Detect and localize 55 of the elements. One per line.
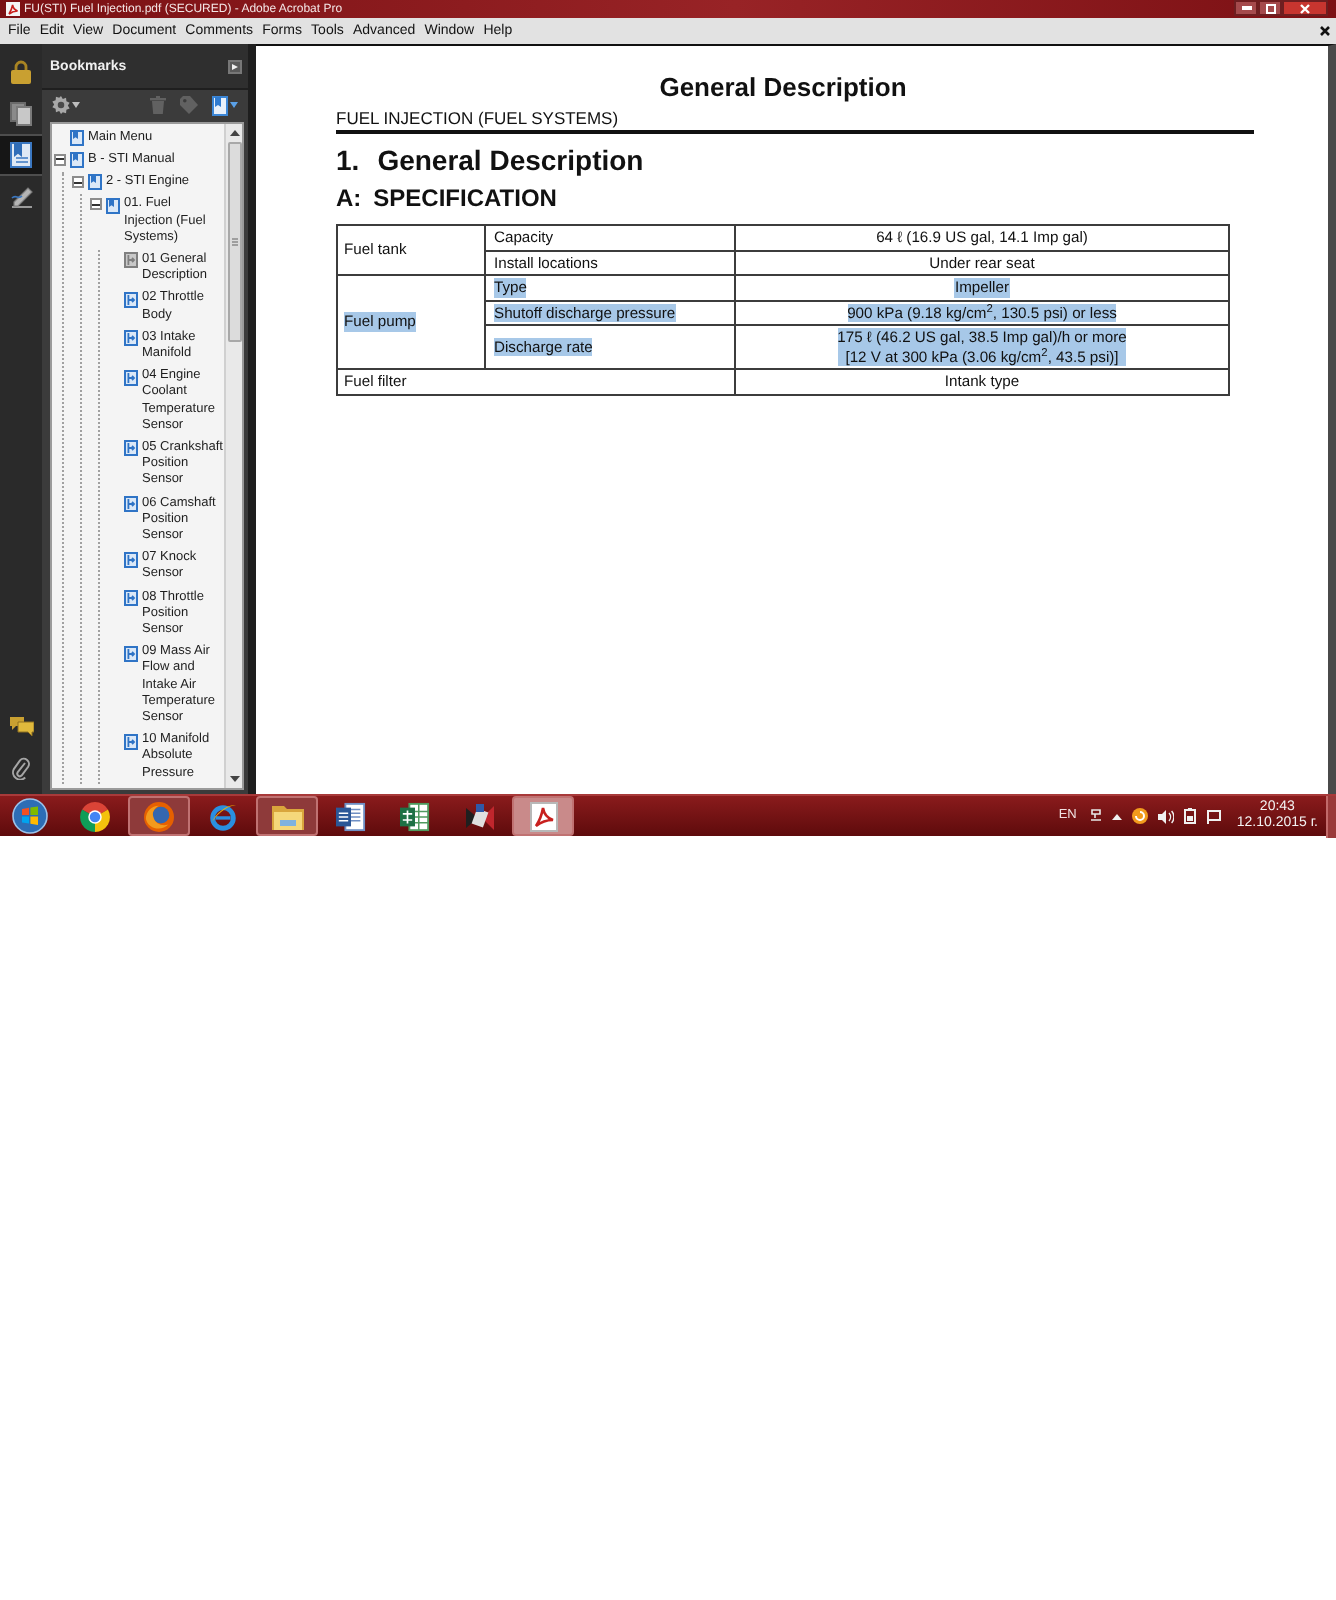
up-caret-icon[interactable] — [1112, 813, 1123, 819]
bookmark-page-icon — [10, 142, 32, 168]
close-button[interactable] — [1282, 0, 1328, 16]
down-arrow-icon[interactable] — [229, 776, 239, 782]
panel-tab-button[interactable] — [0, 134, 42, 176]
collapse-toggle[interactable] — [72, 176, 84, 189]
new-bookmark-button[interactable] — [210, 94, 240, 116]
ring-logo-icon — [80, 801, 110, 831]
trash-icon — [150, 96, 166, 114]
grip-lines-icon — [231, 238, 237, 246]
folder-icon — [271, 802, 303, 830]
collapse-toggle[interactable] — [54, 153, 66, 166]
speaker-icon[interactable] — [1158, 809, 1175, 823]
lock-icon — [10, 59, 32, 83]
tag-icon — [180, 96, 198, 114]
app-icon — [463, 801, 495, 831]
caret-icon — [230, 102, 238, 108]
minimize-icon — [1241, 6, 1251, 10]
taskbar-button[interactable] — [512, 796, 574, 836]
pdf-app-icon — [6, 2, 20, 16]
battery-icon[interactable] — [1184, 808, 1197, 824]
page-title: General Description — [659, 72, 907, 104]
pages-icon — [10, 101, 32, 125]
close-icon[interactable] — [1320, 26, 1330, 36]
heading-number: 1. — [336, 144, 360, 176]
start-orb-icon — [12, 798, 48, 834]
gear-icon — [52, 96, 70, 114]
pdf-document-icon — [529, 801, 557, 831]
up-arrow-icon[interactable] — [229, 130, 239, 136]
caret-icon — [232, 63, 238, 69]
scrollbar-thumb[interactable] — [227, 142, 241, 342]
document-icon — [336, 801, 366, 831]
paperclip-icon[interactable] — [12, 755, 30, 779]
fox-globe-icon — [144, 801, 174, 831]
bookmark-page-icon — [212, 95, 228, 115]
panel-menu-button[interactable] — [228, 59, 242, 73]
collapse-toggle[interactable] — [90, 198, 102, 211]
spreadsheet-icon — [400, 801, 430, 831]
speech-bubbles-icon[interactable] — [9, 715, 33, 735]
swoosh-ring-icon — [208, 801, 238, 831]
circle-arrow-icon[interactable] — [1132, 808, 1149, 824]
caret-icon — [72, 102, 80, 108]
subheading-text: SPECIFICATION — [373, 184, 557, 212]
minimize-button[interactable] — [1234, 0, 1258, 16]
scrollbar-track[interactable] — [224, 124, 242, 788]
close-icon — [1300, 3, 1310, 13]
subheading-letter: A: — [336, 184, 362, 212]
restore-icon — [1265, 3, 1275, 13]
restore-button[interactable] — [1258, 0, 1282, 16]
options-button[interactable] — [50, 94, 82, 116]
signature-pen-icon — [9, 186, 33, 208]
flag-icon[interactable] — [1206, 809, 1223, 823]
section-header: FUEL INJECTION (FUEL SYSTEMS) — [336, 108, 619, 128]
network-icon[interactable] — [1090, 808, 1103, 824]
heading-text: General Description — [377, 144, 644, 176]
